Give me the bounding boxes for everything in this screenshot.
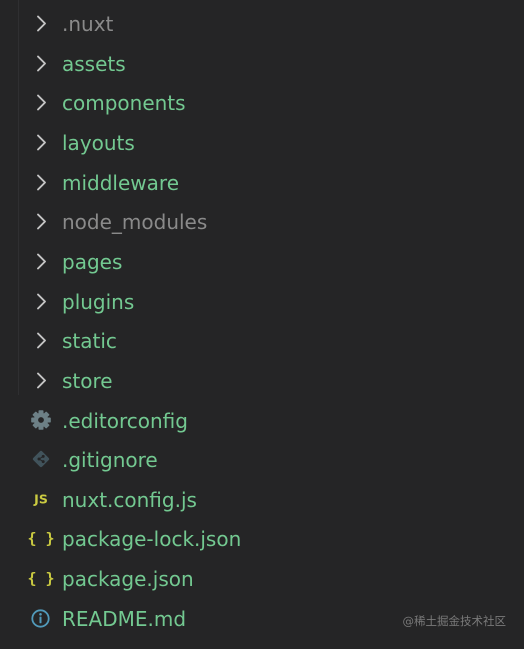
info-icon bbox=[26, 599, 56, 639]
folder-item-nuxt[interactable]: .nuxt bbox=[0, 4, 524, 44]
chevron-right-icon bbox=[26, 202, 56, 242]
item-label: static bbox=[62, 329, 117, 354]
watermark: @稀土掘金技术社区 bbox=[402, 614, 507, 628]
svg-text:{ }: { } bbox=[27, 570, 54, 588]
folder-item-assets[interactable]: assets bbox=[0, 44, 524, 84]
file-item-nuxt-config-js[interactable]: JS nuxt.config.js bbox=[0, 480, 524, 520]
svg-text:JS: JS bbox=[33, 491, 48, 506]
folder-item-pages[interactable]: pages bbox=[0, 242, 524, 282]
item-label: node_modules bbox=[62, 210, 208, 235]
svg-text:{ }: { } bbox=[27, 530, 54, 548]
file-item-gitignore[interactable]: .gitignore bbox=[0, 440, 524, 480]
item-label: plugins bbox=[62, 289, 135, 314]
file-item-package-lock-json[interactable]: { } package-lock.json bbox=[0, 519, 524, 559]
folder-item-store[interactable]: store bbox=[0, 361, 524, 401]
chevron-right-icon bbox=[26, 321, 56, 361]
item-label: nuxt.config.js bbox=[62, 487, 197, 512]
gear-icon bbox=[26, 401, 56, 441]
item-label: .editorconfig bbox=[62, 408, 188, 433]
chevron-right-icon bbox=[26, 361, 56, 401]
item-label: package-lock.json bbox=[62, 527, 242, 552]
chevron-right-icon bbox=[26, 163, 56, 203]
item-label: assets bbox=[62, 51, 126, 76]
js-icon: JS bbox=[26, 480, 56, 520]
item-label: store bbox=[62, 368, 113, 393]
chevron-right-icon bbox=[26, 242, 56, 282]
item-label: package.json bbox=[62, 567, 194, 592]
chevron-right-icon bbox=[26, 123, 56, 163]
folder-item-components[interactable]: components bbox=[0, 83, 524, 123]
file-explorer: .nuxt assets components layouts middleware no… bbox=[0, 0, 524, 649]
item-label: components bbox=[62, 91, 186, 116]
item-label: .nuxt bbox=[62, 12, 114, 36]
item-label: layouts bbox=[62, 130, 135, 155]
item-label: README.md bbox=[62, 606, 187, 631]
folder-item-static[interactable]: static bbox=[0, 321, 524, 361]
folder-item-plugins[interactable]: plugins bbox=[0, 282, 524, 322]
json-braces-icon: { } bbox=[26, 559, 56, 599]
folder-item-node-modules[interactable]: node_modules bbox=[0, 202, 524, 242]
item-label: pages bbox=[62, 249, 123, 274]
chevron-right-icon bbox=[26, 4, 56, 44]
folder-item-layouts[interactable]: layouts bbox=[0, 123, 524, 163]
json-braces-icon: { } bbox=[26, 519, 56, 559]
file-item-package-json[interactable]: { } package.json bbox=[0, 559, 524, 599]
git-icon bbox=[26, 440, 56, 480]
chevron-right-icon bbox=[26, 83, 56, 123]
folder-item-middleware[interactable]: middleware bbox=[0, 163, 524, 203]
chevron-right-icon bbox=[26, 282, 56, 322]
item-label: .gitignore bbox=[62, 448, 158, 473]
chevron-right-icon bbox=[26, 44, 56, 84]
item-label: middleware bbox=[62, 170, 179, 195]
file-item-editorconfig[interactable]: .editorconfig bbox=[0, 401, 524, 441]
